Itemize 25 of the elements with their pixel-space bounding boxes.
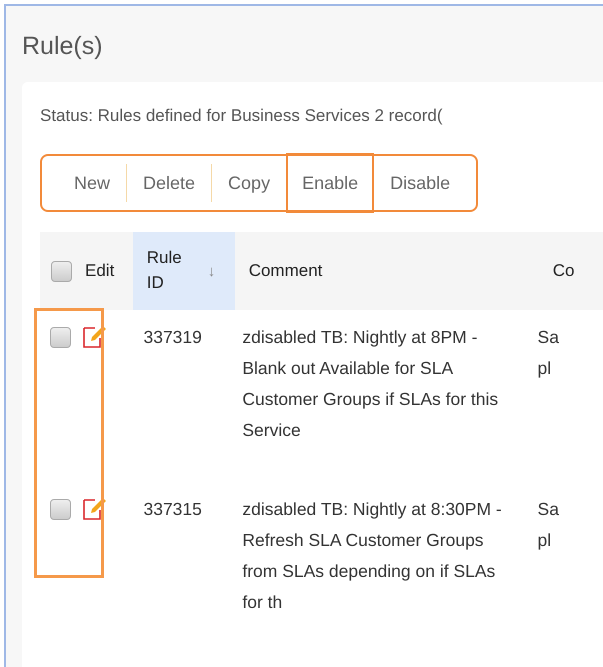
toolbar-button[interactable]: Delete — [127, 154, 212, 212]
table-cell-text: Sa — [538, 326, 559, 349]
row-checkbox[interactable] — [50, 327, 72, 348]
comment-cell-text: zdisabled TB: Nightly at 8:30PM - Refresh SLA Customer Groups from SLAs depending on if SLAs for th — [241, 498, 503, 614]
toolbar-button[interactable]: New — [58, 154, 126, 212]
column-header[interactable]: Rule ID ↓ — [132, 232, 235, 310]
column-header[interactable]: Co — [548, 232, 603, 310]
table-cell-text: Sa — [538, 498, 559, 521]
column-header[interactable]: Edit — [83, 232, 133, 310]
comment-cell-text: zdisabled TB: Nightly at 8PM - Blank out Available for SLA Customer Groups if SLAs for this Service — [241, 326, 500, 442]
column-header[interactable]: Comment — [234, 232, 549, 310]
select-all-checkbox[interactable] — [51, 260, 72, 282]
edit-icon[interactable] — [82, 324, 108, 350]
toolbar-button[interactable]: Disable — [374, 154, 466, 212]
toolbar-button[interactable]: Enable — [286, 153, 374, 213]
table-cell-text: pl — [538, 529, 552, 552]
sort-icon: ↓ — [208, 262, 216, 280]
status-text: Status: Rules defined for Business Services 2 record( — [40, 106, 444, 126]
rule-id-cell-text: 337315 — [142, 498, 203, 521]
table-cell-text: pl — [538, 357, 552, 380]
page-title: Rule(s) — [22, 32, 104, 62]
toolbar-button[interactable]: Copy — [212, 154, 286, 212]
rule-id-cell-text: 337319 — [142, 326, 203, 349]
edit-icon[interactable] — [82, 496, 108, 522]
row-checkbox[interactable] — [50, 499, 72, 520]
